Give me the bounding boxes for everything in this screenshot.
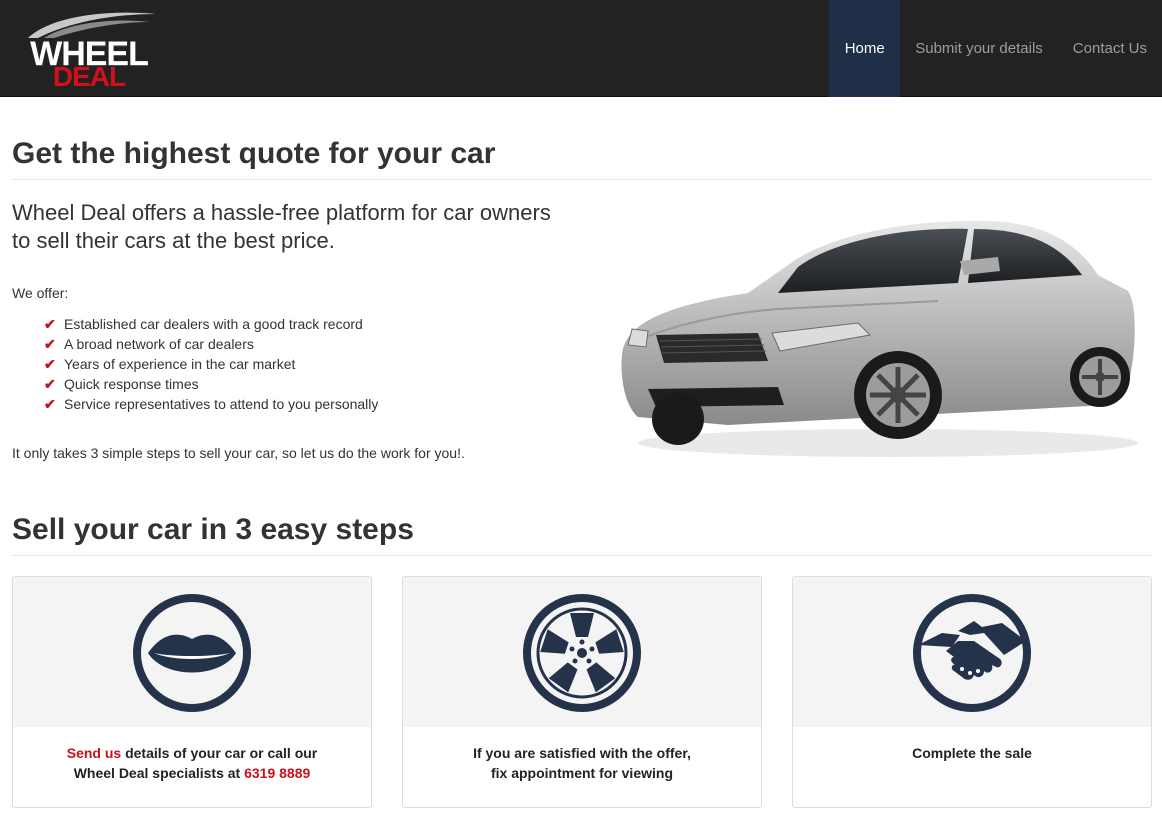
card-caption: Complete the sale (793, 743, 1151, 763)
lead-text: Wheel Deal offers a hassle-free platform… (12, 200, 551, 253)
nav-home[interactable]: Home (829, 0, 901, 97)
card-icon-area (403, 577, 761, 727)
divider (12, 179, 1152, 180)
list-item: ✔ Quick response times (44, 374, 378, 394)
caption-text: details of your car or call our (121, 745, 318, 761)
steps-heading: Sell your car in 3 easy steps (12, 513, 414, 546)
closing-text: It only takes 3 simple steps to sell you… (12, 445, 465, 461)
page-title: Get the highest quote for your car (12, 137, 496, 170)
offer-label: We offer: (12, 285, 69, 301)
offer-text: Years of experience in the car market (64, 356, 296, 372)
divider (12, 555, 1152, 556)
main-nav: Home Submit your details Contact Us (829, 0, 1162, 97)
caption-text: If you are satisfied with the offer, (473, 745, 691, 761)
nav-contact-us[interactable]: Contact Us (1058, 0, 1162, 97)
offer-text: Service representatives to attend to you… (64, 396, 379, 412)
card-icon-area (13, 577, 371, 727)
check-icon: ✔ (44, 356, 56, 372)
offer-text: A broad network of car dealers (64, 336, 254, 352)
phone-number[interactable]: 6319 8889 (244, 765, 310, 781)
step-card-appointment: If you are satisfied with the offer, fix… (402, 576, 762, 808)
nav-submit-details[interactable]: Submit your details (900, 0, 1058, 97)
lips-icon (133, 594, 251, 712)
wheel-icon (523, 594, 641, 712)
check-icon: ✔ (44, 396, 56, 412)
caption-text: Wheel Deal specialists at (73, 765, 245, 781)
list-item: ✔ A broad network of car dealers (44, 334, 378, 354)
handshake-icon (913, 594, 1031, 712)
step-card-complete-sale: Complete the sale (792, 576, 1152, 808)
check-icon: ✔ (44, 336, 56, 352)
caption-text: Complete the sale (912, 745, 1032, 761)
card-caption: If you are satisfied with the offer, fix… (403, 743, 761, 783)
card-caption: Send us details of your car or call our … (13, 743, 371, 783)
offer-text: Established car dealers with a good trac… (64, 316, 363, 332)
send-us-link[interactable]: Send us (67, 745, 121, 761)
caption-text: fix appointment for viewing (490, 765, 673, 781)
logo-line-2: DEAL (52, 61, 126, 92)
wheel-deal-logo[interactable]: WHEEL DEAL (18, 8, 160, 92)
car-image (621, 220, 1138, 457)
check-icon: ✔ (44, 316, 56, 332)
card-icon-area (793, 577, 1151, 727)
check-icon: ✔ (44, 376, 56, 392)
list-item: ✔ Established car dealers with a good tra… (44, 314, 378, 334)
list-item: ✔ Years of experience in the car market (44, 354, 378, 374)
list-item: ✔ Service representatives to attend to yo… (44, 394, 378, 414)
navbar: WHEEL DEAL Home Submit your details Cont… (0, 0, 1162, 97)
step-card-send-details: Send us details of your car or call our … (12, 576, 372, 808)
offer-list: ✔ Established car dealers with a good tra… (44, 314, 378, 414)
offer-text: Quick response times (64, 376, 199, 392)
